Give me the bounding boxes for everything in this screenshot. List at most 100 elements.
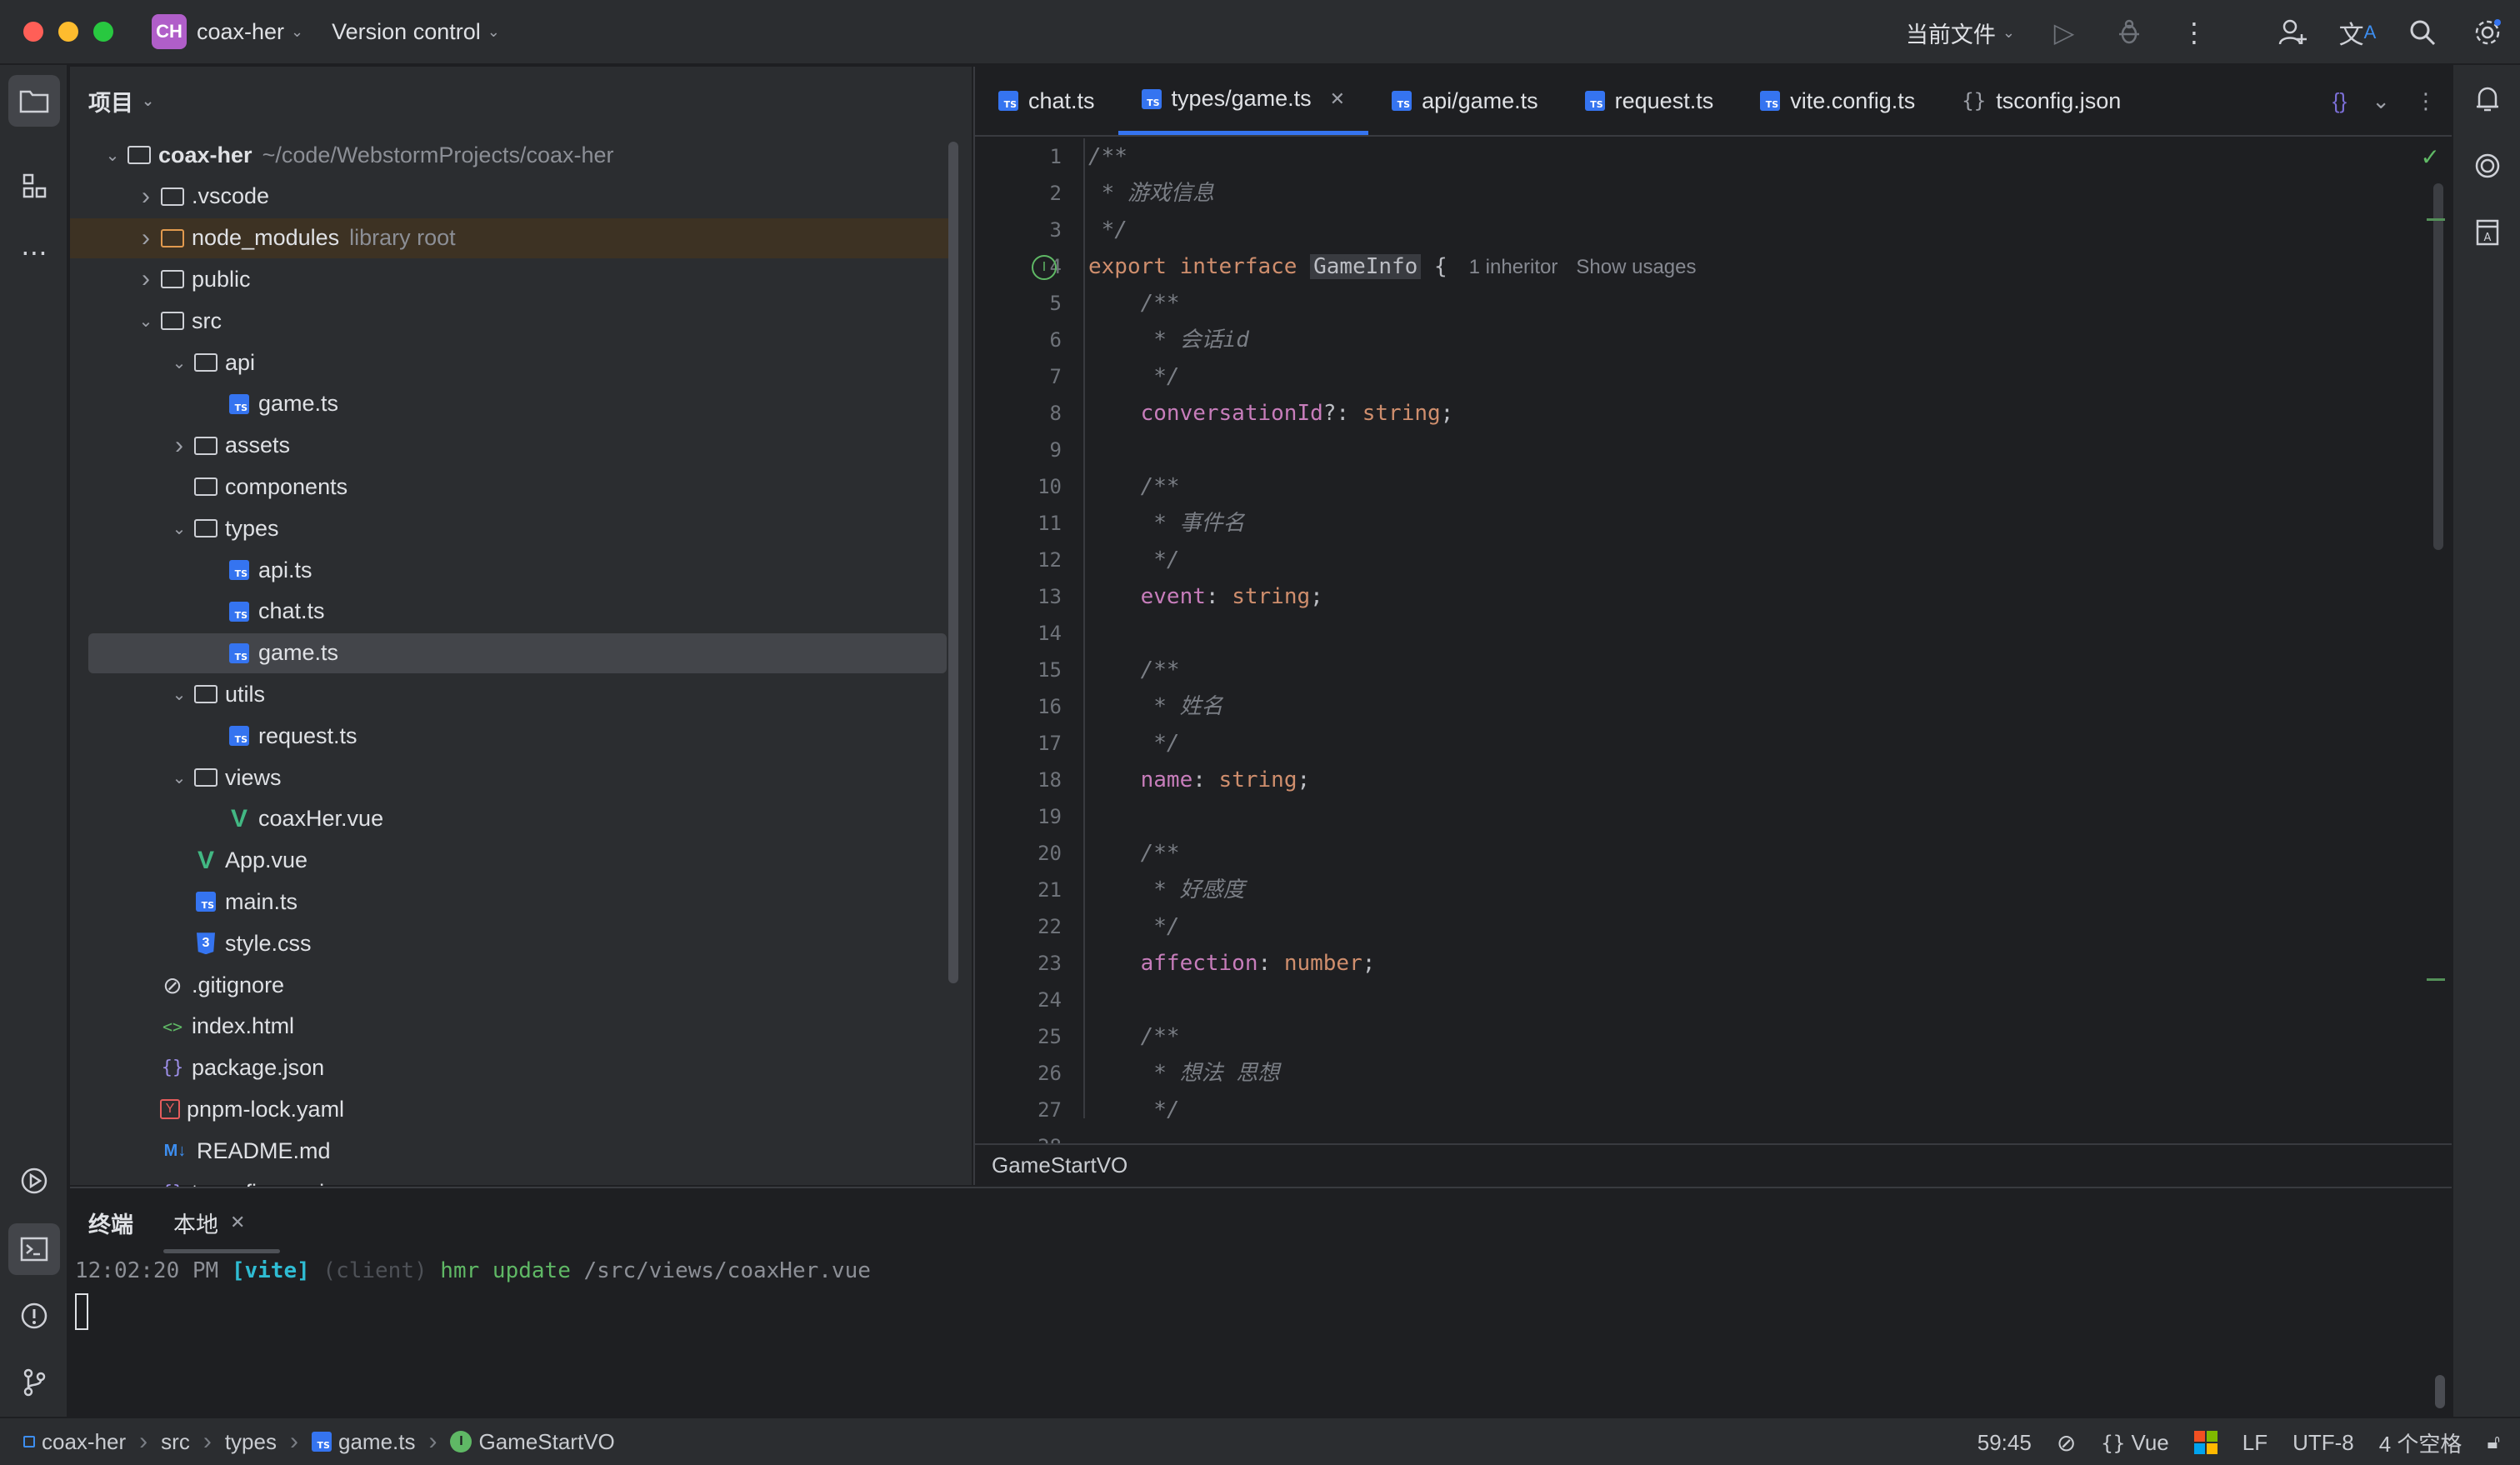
tree-row-vscode[interactable]: › .vscode: [88, 177, 947, 217]
tab-vite-config-ts[interactable]: TS vite.config.ts: [1737, 67, 1938, 135]
project-switcher[interactable]: coax-her ⌄: [197, 19, 303, 45]
chevron-down-icon[interactable]: ⌄: [170, 352, 188, 373]
tree-row-coax-her[interactable]: ⌄ coax-her ~/code/WebstormProjects/coax-he…: [88, 135, 947, 175]
structure-tool-button[interactable]: [8, 160, 60, 212]
problems-tool-icon[interactable]: [8, 1290, 60, 1342]
chevron-down-icon[interactable]: ⌄: [170, 684, 188, 705]
tree-row-index-html[interactable]: <> index.html: [88, 1007, 947, 1047]
tree-row-assets[interactable]: › assets: [88, 426, 947, 466]
minimize-window-button[interactable]: [58, 22, 78, 42]
tree-item-label: .vscode: [192, 183, 270, 209]
close-icon[interactable]: ✕: [230, 1212, 245, 1233]
tab-api-game-ts[interactable]: TS api/game.ts: [1368, 67, 1562, 135]
more-tools-icon[interactable]: ⋯: [8, 227, 60, 278]
chevron-right-icon[interactable]: ›: [137, 182, 155, 211]
lock-icon[interactable]: 🔓︎: [2487, 1431, 2500, 1454]
editor-breadcrumb[interactable]: GameStartVO: [975, 1143, 2452, 1185]
tree-row-game-ts[interactable]: TS game.ts: [88, 632, 947, 673]
code-editor[interactable]: /** * 游戏信息 */ export interface GameInfo …: [1088, 138, 2422, 1118]
tab-types-game-ts[interactable]: TS types/game.ts ✕: [1118, 67, 1369, 135]
settings-icon[interactable]: [2455, 0, 2520, 65]
tree-row-coaxher-vue[interactable]: VcoaxHer.vue: [88, 799, 947, 839]
inheritor-hint[interactable]: 1 inheritor: [1469, 256, 1558, 278]
run-config-selector[interactable]: 当前文件 ⌄: [1906, 17, 2015, 49]
ai-assistant-icon[interactable]: [2462, 140, 2513, 192]
status-crumb[interactable]: coax-her: [23, 1429, 126, 1455]
line-ending[interactable]: LF: [2242, 1430, 2268, 1456]
tree-row-main-ts[interactable]: TS main.ts: [88, 882, 947, 922]
run-icon[interactable]: ▷: [2032, 0, 2097, 65]
tree-row-utils[interactable]: ⌄ utils: [88, 674, 947, 714]
windows-icon[interactable]: [2193, 1431, 2218, 1454]
tab-chat-ts[interactable]: TS chat.ts: [975, 67, 1118, 135]
project-tool-button[interactable]: [8, 75, 60, 127]
tree-row-types[interactable]: ⌄ types: [88, 508, 947, 548]
chevron-right-icon[interactable]: ›: [137, 224, 155, 252]
tree-row-request-ts[interactable]: TS request.ts: [88, 716, 947, 756]
change-marker: [2427, 978, 2445, 981]
language-indicator[interactable]: {} Vue: [2101, 1430, 2168, 1456]
tree-row-game-ts[interactable]: TS game.ts: [88, 384, 947, 424]
editor-scrollbar[interactable]: [2433, 183, 2443, 550]
terminal-tab-local[interactable]: 本地 ✕: [163, 1188, 280, 1257]
tabs-dropdown-icon[interactable]: ⌄: [2372, 88, 2390, 114]
database-tool-icon[interactable]: A: [2462, 207, 2513, 258]
project-scrollbar[interactable]: [948, 142, 958, 983]
tab-request-ts[interactable]: TS request.ts: [1562, 67, 1738, 135]
tree-row-api[interactable]: ⌄ api: [88, 342, 947, 382]
tree-row-views[interactable]: ⌄ views: [88, 758, 947, 798]
line-number: 22: [1038, 915, 1062, 938]
implemented-gutter-icon[interactable]: I: [1032, 255, 1057, 280]
zoom-window-button[interactable]: [93, 22, 113, 42]
tree-row-chat-ts[interactable]: TS chat.ts: [88, 592, 947, 632]
chevron-down-icon[interactable]: ⌄: [170, 768, 188, 788]
status-crumb[interactable]: TS game.ts: [311, 1429, 415, 1455]
more-actions-icon[interactable]: ⋮: [2162, 0, 2227, 65]
chevron-right-icon[interactable]: ›: [170, 432, 188, 460]
markdown-file-icon: M↓: [163, 1141, 187, 1160]
tree-row-public[interactable]: › public: [88, 259, 947, 299]
tree-row-app-vue[interactable]: V App.vue: [88, 841, 947, 881]
json-preview-icon[interactable]: {}: [2332, 88, 2347, 114]
terminal-cursor[interactable]: [75, 1293, 88, 1330]
debug-icon[interactable]: [2097, 0, 2162, 65]
notifications-icon[interactable]: [2462, 73, 2513, 125]
terminal-tool-icon[interactable]: [8, 1223, 60, 1275]
tree-row-components[interactable]: components: [88, 467, 947, 507]
status-crumb[interactable]: types: [225, 1429, 277, 1455]
chevron-down-icon[interactable]: ⌄: [137, 311, 155, 332]
status-crumb[interactable]: src: [161, 1429, 190, 1455]
chevron-down-icon[interactable]: ⌄: [170, 518, 188, 539]
status-crumb[interactable]: I GameStartVO: [450, 1429, 615, 1455]
tree-row-readme-md[interactable]: M↓ README.md: [88, 1131, 947, 1171]
tree-row-style-css[interactable]: 3 style.css: [88, 923, 947, 963]
chevron-right-icon[interactable]: ›: [137, 265, 155, 293]
run-tool-icon[interactable]: [8, 1155, 60, 1207]
tree-row-pnpm-lock-yaml[interactable]: Ypnpm-lock.yaml: [88, 1089, 947, 1129]
caret-position[interactable]: 59:45: [1978, 1430, 2032, 1456]
git-tool-icon[interactable]: [8, 1357, 60, 1408]
chevron-down-icon[interactable]: ⌄: [103, 145, 122, 166]
indent-setting[interactable]: 4 个空格: [2379, 1428, 2462, 1458]
typescript-file-icon: TS: [227, 392, 252, 417]
tree-row-api-ts[interactable]: TS api.ts: [88, 550, 947, 590]
tree-row-gitignore[interactable]: ⊘ .gitignore: [88, 965, 947, 1005]
terminal-scrollbar[interactable]: [2435, 1375, 2445, 1408]
add-user-icon[interactable]: [2260, 0, 2325, 65]
inspections-off-icon[interactable]: ⊘: [2057, 1429, 2076, 1457]
file-encoding[interactable]: UTF-8: [2292, 1430, 2354, 1456]
tree-row-node-modules[interactable]: › node_modules library root: [70, 218, 950, 258]
close-window-button[interactable]: [23, 22, 43, 42]
tab-tsconfig-json[interactable]: {} tsconfig.json: [1938, 67, 2144, 135]
project-badge[interactable]: CH: [152, 14, 187, 49]
vcs-menu[interactable]: Version control ⌄: [332, 19, 500, 45]
tab-actions-icon[interactable]: ⋮: [2415, 88, 2437, 114]
translate-icon[interactable]: 文A: [2325, 0, 2390, 65]
close-icon[interactable]: ✕: [1330, 88, 1345, 110]
tree-row-package-json[interactable]: {} package.json: [88, 1048, 947, 1088]
search-icon[interactable]: [2390, 0, 2455, 65]
project-panel-header[interactable]: 项目 ⌄: [70, 67, 972, 135]
no-problems-check-icon[interactable]: ✓: [2421, 143, 2440, 171]
tree-row-src[interactable]: ⌄ src: [88, 301, 947, 341]
show-usages-hint[interactable]: Show usages: [1576, 256, 1696, 278]
